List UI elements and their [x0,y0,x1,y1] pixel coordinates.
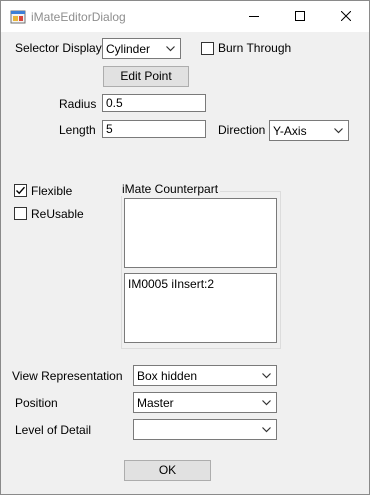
level-of-detail-label: Level of Detail [15,423,92,437]
direction-label: Direction [218,123,266,137]
edit-point-button[interactable]: Edit Point [103,66,189,87]
counterpart-top-list[interactable] [124,198,277,268]
selector-display-dropdown[interactable]: Cylinder [102,38,181,59]
position-label: Position [15,396,58,410]
reusable-label: ReUsable [31,207,84,221]
maximize-icon [295,11,305,21]
dialog-window: iMateEditorDialog Selector Display Cylin… [0,0,370,495]
imate-counterpart-title: iMate Counterpart [120,182,221,196]
close-button[interactable] [323,1,369,32]
burn-through-checkbox[interactable] [201,42,214,55]
radius-input[interactable]: 0.5 [102,94,206,112]
length-label: Length [59,123,96,137]
radius-label: Radius [59,97,97,111]
chevron-down-icon [334,128,343,134]
view-representation-label: View Representation [12,369,123,383]
burn-through-label: Burn Through [218,41,292,55]
minimize-button[interactable] [231,1,277,32]
flexible-checkbox[interactable] [14,184,27,197]
selector-display-value: Cylinder [106,42,151,56]
maximize-button[interactable] [277,1,323,32]
app-icon [10,9,26,25]
close-icon [341,11,351,21]
ok-button[interactable]: OK [124,460,211,481]
level-of-detail-dropdown[interactable] [133,419,277,440]
counterpart-bottom-list[interactable]: IM0005 iInsert:2 [124,273,277,343]
length-input[interactable]: 5 [102,120,206,138]
selector-display-label: Selector Display [15,41,102,55]
view-representation-dropdown[interactable]: Box hidden [133,365,277,386]
chevron-down-icon [262,373,271,379]
title-bar[interactable]: iMateEditorDialog [1,1,369,32]
window-title: iMateEditorDialog [31,10,126,24]
list-item[interactable]: IM0005 iInsert:2 [128,277,214,291]
flexible-label: Flexible [31,184,73,198]
direction-dropdown[interactable]: Y-Axis [269,120,349,141]
chevron-down-icon [166,46,175,52]
minimize-icon [249,16,259,17]
reusable-checkbox[interactable] [14,207,27,220]
direction-value: Y-Axis [273,124,307,138]
check-icon [16,186,26,195]
position-dropdown[interactable]: Master [133,392,277,413]
position-value: Master [137,396,174,410]
chevron-down-icon [262,427,271,433]
chevron-down-icon [262,400,271,406]
view-representation-value: Box hidden [137,369,198,383]
